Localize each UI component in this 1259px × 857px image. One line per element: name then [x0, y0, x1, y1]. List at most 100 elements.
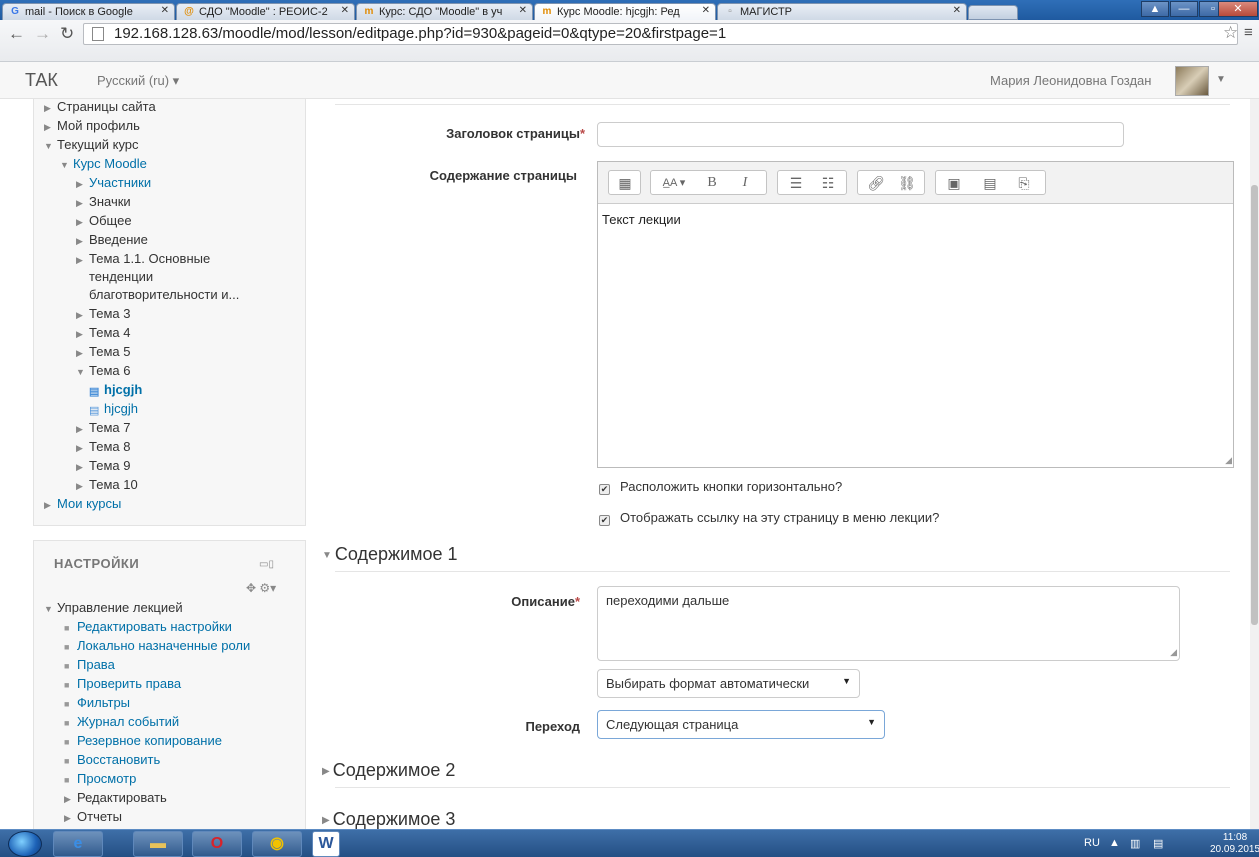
nav-item[interactable]: ▶ Тема 8 [76, 439, 130, 454]
link-icon[interactable]: 🔗︎ [864, 173, 888, 193]
font-style-icon[interactable]: A̲A ▾ [655, 173, 693, 193]
bookmark-star-icon[interactable]: ☆ [1223, 23, 1238, 43]
settings-item[interactable]: ■ Восстановить [64, 752, 160, 767]
nav-item[interactable]: ▶ Мои курсы [44, 496, 121, 511]
section-content-1[interactable]: ▼ Содержимое 1 [322, 544, 458, 565]
user-name[interactable]: Мария Леонидовна Гоздан [990, 73, 1151, 88]
description-textarea[interactable]: переходими дальше ◢ [597, 586, 1180, 661]
settings-item[interactable]: ■ Резервное копирование [64, 733, 222, 748]
nav-item-lesson-current[interactable]: ▤ hjcgjh [89, 382, 142, 398]
manage-files-icon[interactable]: ⎘ [1012, 173, 1036, 193]
close-icon[interactable]: ✕ [161, 5, 169, 16]
language-menu[interactable]: Русский (ru) ▾ [97, 73, 179, 89]
caret-right-icon: ▶ [64, 794, 71, 804]
checkbox-checked-icon[interactable]: ✔ [599, 484, 610, 495]
word-icon[interactable]: W [312, 831, 340, 857]
browser-tab-magistr[interactable]: ▫ МАГИСТР ✕ [717, 3, 967, 20]
settings-item[interactable]: ■ Журнал событий [64, 714, 179, 729]
nav-item[interactable]: ▶ Введение [76, 232, 148, 247]
bold-icon[interactable]: B [701, 173, 723, 193]
nav-item[interactable]: ▶ Участники [76, 175, 151, 190]
network-icon[interactable]: ▥ [1130, 837, 1140, 850]
opera-icon[interactable]: O [192, 831, 242, 857]
show-link-checkbox[interactable]: ✔ Отображать ссылку на эту страницу в мен… [599, 510, 939, 526]
page-title-input[interactable] [597, 122, 1124, 147]
close-window-button[interactable]: ✕ [1218, 1, 1258, 17]
avatar[interactable] [1175, 66, 1209, 96]
checkbox-checked-icon[interactable]: ✔ [599, 515, 610, 526]
user-icon[interactable]: ▲ [1141, 1, 1169, 17]
system-clock[interactable]: 11:08 20.09.2015 [1210, 832, 1259, 856]
browser-tab-google[interactable]: G mail - Поиск в Google ✕ [2, 3, 175, 20]
editor-content[interactable]: Текст лекции [602, 212, 681, 227]
browser-tab-active[interactable]: m Курс Moodle: hjcgjh: Ред ✕ [534, 3, 716, 20]
nav-item[interactable]: ▶ Тема 9 [76, 458, 130, 473]
dock-icon[interactable]: ▭▯ [259, 559, 274, 570]
close-icon[interactable]: ✕ [519, 5, 527, 16]
ie-icon[interactable]: e [53, 831, 103, 857]
format-select[interactable]: Выбирать формат автоматически ▼ [597, 669, 860, 698]
action-center-icon[interactable]: ▤ [1153, 837, 1163, 850]
section-content-3[interactable]: ▶ Содержимое 3 [322, 809, 455, 830]
toolbar-toggle-icon[interactable]: ▦ [614, 173, 636, 193]
numbered-list-icon[interactable]: ☷ [816, 173, 840, 193]
show-hidden-icons-icon[interactable]: ▲ [1109, 837, 1120, 849]
nav-item[interactable]: ▼ Тема 6 [76, 363, 130, 378]
nav-item[interactable]: ▶ Тема 5 [76, 344, 130, 359]
nav-item[interactable]: ▼ Текущий курс [44, 137, 139, 152]
folder-icon[interactable]: ▬ [133, 831, 183, 857]
scrollbar-thumb[interactable] [1251, 185, 1258, 625]
settings-item[interactable]: ■ Фильтры [64, 695, 130, 710]
settings-item[interactable]: ■ Локально назначенные роли [64, 638, 250, 653]
minimize-button[interactable]: — [1170, 1, 1198, 17]
nav-item[interactable]: ▶ Мой профиль [44, 118, 140, 133]
new-tab-button[interactable] [968, 5, 1018, 20]
jump-select[interactable]: Следующая страница ▼ [597, 710, 885, 739]
browser-tab-course[interactable]: m Курс: СДО "Moodle" в уч ✕ [356, 3, 533, 20]
resize-handle-icon[interactable]: ◢ [1170, 647, 1177, 658]
settings-item[interactable]: ▶ Отчеты [64, 809, 122, 824]
bullet-list-icon[interactable]: ☰ [784, 173, 808, 193]
start-button[interactable] [8, 831, 42, 857]
nav-item[interactable]: ▶ Тема 7 [76, 420, 130, 435]
resize-handle-icon[interactable]: ◢ [1225, 455, 1232, 466]
settings-item[interactable]: ▶ Редактировать [64, 790, 167, 805]
italic-icon[interactable]: I [734, 173, 756, 193]
nav-item[interactable]: ▶ Общее [76, 213, 132, 228]
back-arrow-icon[interactable]: ← [8, 24, 25, 44]
settings-item[interactable]: ■ Права [64, 657, 115, 672]
nav-item-continued[interactable]: благотворительности и... [89, 287, 239, 302]
url-input[interactable]: 192.168.128.63/moodle/mod/lesson/editpag… [83, 23, 1238, 45]
nav-item[interactable]: ▼ Курс Moodle [60, 156, 147, 171]
browser-tab-sdo[interactable]: @ СДО "Moodle" : РЕОИС-2 ✕ [176, 3, 355, 20]
reload-icon[interactable]: ↻ [60, 24, 74, 44]
move-gear-icon[interactable]: ✥ ⚙▾ [246, 581, 276, 595]
image-icon[interactable]: ▣ [942, 173, 966, 193]
settings-item[interactable]: ■ Просмотр [64, 771, 136, 786]
settings-item[interactable]: ■ Редактировать настройки [64, 619, 232, 634]
chrome-icon[interactable]: ◉ [252, 831, 302, 857]
section-content-2[interactable]: ▶ Содержимое 2 [322, 760, 455, 781]
chevron-down-icon[interactable]: ▼ [1216, 74, 1226, 85]
nav-item[interactable]: ▶ Значки [76, 194, 131, 209]
bullet-icon: ■ [64, 680, 70, 690]
media-icon[interactable]: ▤ [978, 173, 1002, 193]
close-icon[interactable]: ✕ [953, 5, 961, 16]
nav-item[interactable]: ▶ Тема 1.1. Основные [76, 251, 210, 266]
unlink-icon[interactable]: ⛓︎ [895, 173, 919, 193]
nav-item[interactable]: ▶ Тема 4 [76, 325, 130, 340]
language-indicator[interactable]: RU [1084, 837, 1100, 849]
nav-item[interactable]: ▶ Тема 10 [76, 477, 138, 492]
settings-item[interactable]: ■ Проверить права [64, 676, 181, 691]
close-icon[interactable]: ✕ [341, 5, 349, 16]
close-icon[interactable]: ✕ [702, 5, 710, 16]
settings-group[interactable]: ▼ Управление лекцией [44, 600, 183, 615]
horizontal-buttons-checkbox[interactable]: ✔ Расположить кнопки горизонтально? [599, 479, 842, 495]
nav-item-lesson[interactable]: ▤ hjcgjh [89, 401, 138, 417]
menu-icon[interactable]: ≡ [1244, 24, 1253, 41]
nav-item[interactable]: ▶ Тема 3 [76, 306, 130, 321]
site-brand[interactable]: ТАК [25, 70, 58, 91]
forward-arrow-icon[interactable]: → [34, 24, 51, 44]
nav-item-continued[interactable]: тенденции [89, 269, 153, 284]
nav-item[interactable]: ▶ Страницы сайта [44, 99, 156, 114]
